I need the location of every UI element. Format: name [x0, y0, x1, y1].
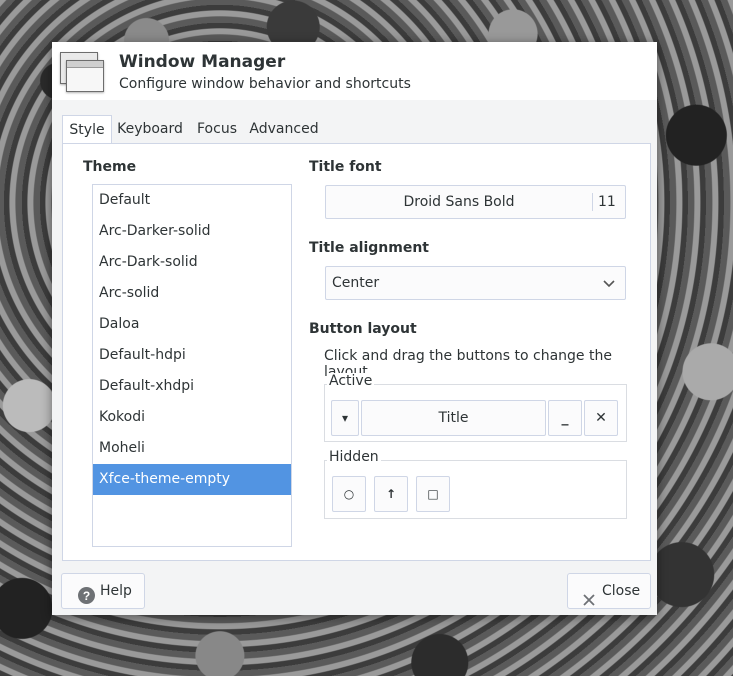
menu-button[interactable]: ▾: [331, 400, 359, 436]
theme-item-xfce-theme-empty[interactable]: Xfce-theme-empty: [93, 464, 291, 495]
tab-keyboard[interactable]: Keyboard: [112, 115, 188, 143]
font-separator: [592, 193, 593, 211]
theme-item-moheli[interactable]: Moheli: [93, 433, 291, 464]
dialog-subtitle: Configure window behavior and shortcuts: [119, 76, 411, 92]
hidden-buttons-frame: Hidden ○ ↑ □: [324, 449, 627, 519]
active-frame-label: Active: [327, 373, 375, 389]
close-label: Close: [602, 583, 641, 599]
dialog-header: Window Manager Configure window behavior…: [52, 42, 657, 100]
help-button[interactable]: ? Help: [61, 573, 145, 609]
tab-focus[interactable]: Focus: [192, 115, 242, 143]
chevron-down-icon: [603, 267, 615, 299]
help-label: Help: [100, 583, 132, 599]
hidden-frame-label: Hidden: [327, 449, 381, 465]
theme-item-default-xhdpi[interactable]: Default-xhdpi: [93, 371, 291, 402]
svg-text:?: ?: [83, 589, 90, 603]
theme-item-arc-darker-solid[interactable]: Arc-Darker-solid: [93, 216, 291, 247]
title-button[interactable]: Title: [361, 400, 546, 436]
theme-item-kokodi[interactable]: Kokodi: [93, 402, 291, 433]
style-tab-panel: Theme Default Arc-Darker-solid Arc-Dark-…: [62, 143, 651, 561]
theme-item-default-hdpi[interactable]: Default-hdpi: [93, 340, 291, 371]
stick-button[interactable]: ○: [332, 476, 366, 512]
theme-heading: Theme: [83, 159, 137, 175]
title-alignment-heading: Title alignment: [309, 240, 429, 256]
help-icon: ?: [78, 583, 95, 617]
window-manager-dialog: Window Manager Configure window behavior…: [52, 42, 657, 615]
shade-button[interactable]: ↑: [374, 476, 408, 512]
theme-item-arc-dark-solid[interactable]: Arc-Dark-solid: [93, 247, 291, 278]
close-icon: [583, 585, 595, 619]
minimize-button[interactable]: _: [548, 400, 582, 436]
window-manager-icon: [60, 52, 104, 92]
close-button[interactable]: Close: [567, 573, 651, 609]
theme-list[interactable]: Default Arc-Darker-solid Arc-Dark-solid …: [92, 184, 292, 547]
title-font-name: Droid Sans Bold: [403, 194, 515, 210]
maximize-button[interactable]: □: [416, 476, 450, 512]
theme-item-arc-solid[interactable]: Arc-solid: [93, 278, 291, 309]
close-window-button[interactable]: ✕: [584, 400, 618, 436]
title-font-size: 11: [598, 194, 616, 210]
button-layout-heading: Button layout: [309, 321, 417, 337]
title-font-button[interactable]: Droid Sans Bold 11: [325, 185, 626, 219]
tab-advanced[interactable]: Advanced: [248, 115, 320, 143]
title-alignment-select[interactable]: Center: [325, 266, 626, 300]
tab-style[interactable]: Style: [62, 115, 112, 145]
theme-item-daloa[interactable]: Daloa: [93, 309, 291, 340]
theme-item-default[interactable]: Default: [93, 185, 291, 216]
title-alignment-value: Center: [332, 275, 380, 291]
active-buttons-frame: Active ▾ Title _ ✕: [324, 373, 627, 442]
title-font-heading: Title font: [309, 159, 382, 175]
dialog-title: Window Manager: [119, 52, 286, 72]
